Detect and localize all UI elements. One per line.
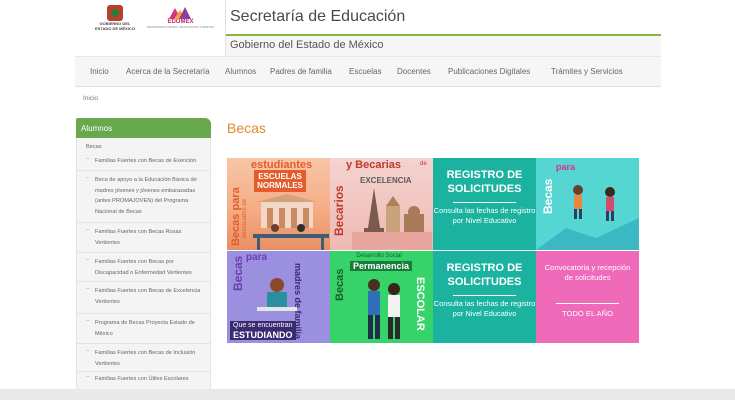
seal-text-2: ESTADO DE MÉXICO <box>95 26 135 31</box>
mother-student-illustration <box>257 278 297 311</box>
students-walking-illustration <box>368 279 400 339</box>
edomex-mountains-icon <box>169 7 192 19</box>
main-nav: Inicio Acerca de la Secretaría Alumnos P… <box>75 56 661 87</box>
sidebar-heading[interactable]: Alumnos <box>76 118 211 138</box>
nav-tramites[interactable]: Trámites y Servicios <box>551 67 623 76</box>
dash-icon: – <box>86 156 90 162</box>
sidebar-item-label: Programa de Becas Proyecta Estado de Méx… <box>95 320 195 337</box>
sidebar-item[interactable]: – Familias Fuertes con Útiles Escolares <box>77 372 210 389</box>
sidebar-item-label: Familias Fuertes con Becas de Exención <box>95 158 197 164</box>
tile8-body: Convocatoria y recepción de solicitudes <box>544 263 631 282</box>
world-landmarks-illustration <box>352 188 432 250</box>
page-bottom-bar <box>0 389 735 400</box>
tile1-banner: ESCUELAS NORMALES <box>254 170 306 192</box>
tile2-banner: EXCELENCIA <box>360 176 412 185</box>
tile8-divider <box>556 303 619 304</box>
tile2-vertical: Becarios <box>332 185 346 236</box>
sidebar-item[interactable]: – Programa de Becas Proyecta Estado de M… <box>77 314 210 344</box>
nav-docentes[interactable]: Docentes <box>397 67 431 76</box>
tile-becas-madres[interactable]: Becas para madres de familia Que se encu… <box>227 251 330 343</box>
sidebar-item[interactable]: – Familias Fuertes con Becas por Discapa… <box>77 253 210 282</box>
dash-icon: – <box>86 318 90 324</box>
tile5-bottom1: Que se encuentran <box>230 321 296 330</box>
dash-icon: – <box>86 257 90 263</box>
tile6-vertical: Becas <box>334 268 346 301</box>
sidebar-menu: Becas – Familias Fuertes con Becas de Ex… <box>76 138 211 389</box>
nav-publicaciones[interactable]: Publicaciones Digitales <box>448 67 530 76</box>
tile1-vertical: Becas para <box>230 187 242 246</box>
sidebar-item[interactable]: – Familias Fuertes con Becas de Excelenc… <box>77 282 210 314</box>
gobierno-edomex-logo[interactable]: GOBIERNO DEL ESTADO DE MÉXICO <box>95 5 135 31</box>
tile7-body: Consulta las fechas de registro por Nive… <box>433 299 536 318</box>
tile5-small: para <box>246 252 268 263</box>
students-illustration <box>536 185 639 250</box>
tile-becas-permanencia[interactable]: Desarrollo Social Permanencia Becas ESCO… <box>330 251 433 343</box>
dash-icon: – <box>86 175 90 181</box>
tile6-side: ESCOLAR <box>414 277 426 331</box>
tile1-vertical2: destacados de <box>242 198 248 238</box>
page-title: Becas <box>227 120 266 136</box>
sidebar-item[interactable]: – Familias Fuertes con Becas de Exención <box>77 152 210 171</box>
tile-registro-solicitudes[interactable]: REGISTRO DE SOLICITUDES Consulta las fec… <box>433 158 536 250</box>
edomex-logo[interactable]: EDOMÉX DECISIONES FIRMES, RESULTADOS FUE… <box>147 7 214 29</box>
sidebar-item-label: Familias Fuertes con Becas Rosas Vertien… <box>95 229 182 246</box>
nav-inicio[interactable]: Inicio <box>90 67 109 76</box>
tile6-top2: Permanencia <box>350 261 413 271</box>
tile3-divider <box>453 202 516 203</box>
site-title[interactable]: Secretaría de Educación <box>230 8 405 26</box>
breadcrumb[interactable]: Inicio <box>83 95 98 102</box>
sidebar-item[interactable]: – Familias Fuertes con Becas Rosas Verti… <box>77 223 210 253</box>
tile5-bottom2: ESTUDIANDO <box>230 330 296 340</box>
dash-icon: – <box>86 286 90 292</box>
tile7-divider <box>453 295 516 296</box>
tile-registro-solicitudes-2[interactable]: REGISTRO DE SOLICITUDES Consulta las fec… <box>433 251 536 343</box>
tile3-title: REGISTRO DE SOLICITUDES <box>446 169 523 195</box>
sidebar-item-label: Familias Fuertes con Útiles Escolares <box>95 376 189 382</box>
tile-becas-normales[interactable]: estudiantes Becas para destacados de ESC… <box>227 158 330 250</box>
site-subtitle: Gobierno del Estado de México <box>230 39 384 51</box>
school-building-illustration <box>253 194 329 250</box>
tile7-title: REGISTRO DE SOLICITUDES <box>446 262 523 288</box>
nav-padres[interactable]: Padres de familia <box>270 67 332 76</box>
tile2-top: y Becarias <box>346 159 402 171</box>
edomex-slogan: DECISIONES FIRMES, RESULTADOS FUERTES <box>146 25 214 29</box>
sidebar-item-label: Familias Fuertes con Becas de Excelencia… <box>95 288 201 305</box>
dash-icon: – <box>86 374 90 380</box>
sidebar-item[interactable]: – Beca de apoyo a la Educación Básica de… <box>77 171 210 223</box>
dash-icon: – <box>86 348 90 354</box>
tile3-body: Consulta las fechas de registro por Nive… <box>433 206 536 225</box>
dash-icon: – <box>86 227 90 233</box>
nav-acerca[interactable]: Acerca de la Secretaría <box>126 67 210 76</box>
sidebar-item[interactable]: – Familias Fuertes con Becas de Inclusió… <box>77 344 210 372</box>
nav-alumnos[interactable]: Alumnos <box>225 67 256 76</box>
state-seal-icon <box>106 5 123 21</box>
tile-becas-para[interactable]: Becas para <box>536 158 639 250</box>
tile-becas-excelencia[interactable]: y Becarias de Becarios EXCELENCIA <box>330 158 433 250</box>
tile-convocatoria[interactable]: Convocatoria y recepción de solicitudes … <box>536 251 639 343</box>
tile6-top1: Desarrollo Social <box>356 253 402 259</box>
tile5-vertical: Becas <box>231 255 245 291</box>
sidebar-item-label: Familias Fuertes con Becas por Discapaci… <box>95 259 192 276</box>
nav-escuelas[interactable]: Escuelas <box>349 67 381 76</box>
header-logos: GOBIERNO DEL ESTADO DE MÉXICO EDOMÉX DEC… <box>75 0 225 36</box>
sidebar-item-label: Familias Fuertes con Becas de Inclusión … <box>95 350 196 367</box>
tile8-bottom: TODO EL AÑO <box>561 309 614 318</box>
tile2-small: de <box>420 161 427 167</box>
sidebar-item-label: Beca de apoyo a la Educación Básica de m… <box>95 177 197 215</box>
sidebar-root-becas[interactable]: Becas <box>86 144 102 150</box>
